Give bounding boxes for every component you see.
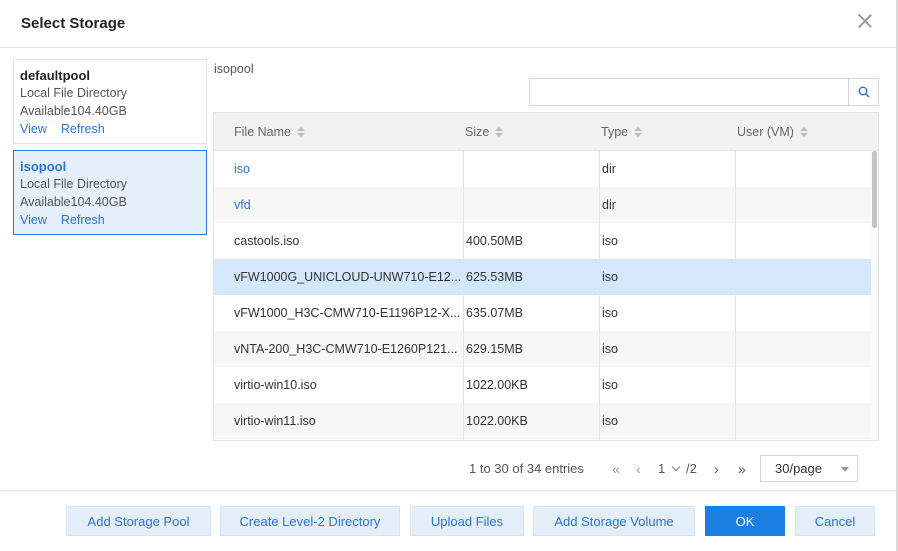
ok-button[interactable]: OK: [705, 506, 785, 536]
file-name-cell: vNTA-200_H3C-CMW710-E1260P121...: [234, 342, 458, 356]
pagination-summary: 1 to 30 of 34 entries: [469, 461, 584, 476]
cancel-button[interactable]: Cancel: [795, 506, 875, 536]
user-cell: [735, 259, 871, 295]
user-cell: [735, 223, 871, 259]
pool-refresh-link[interactable]: Refresh: [61, 122, 105, 136]
column-header-size[interactable]: Size: [445, 113, 504, 151]
page-size-select[interactable]: 30/page: [760, 455, 858, 482]
column-header-type[interactable]: Type: [581, 113, 643, 151]
user-cell: [735, 187, 871, 223]
last-page-button[interactable]: »: [738, 456, 746, 482]
close-icon[interactable]: [856, 12, 874, 30]
search-button[interactable]: [848, 79, 878, 105]
file-name-cell: virtio-win10.iso: [234, 378, 317, 392]
file-name-cell: vFW1000G_UNICLOUD-UNW710-E12...: [234, 270, 462, 284]
create-directory-button[interactable]: Create Level-2 Directory: [220, 506, 400, 536]
type-cell: iso: [602, 270, 618, 284]
add-storage-pool-button[interactable]: Add Storage Pool: [66, 506, 211, 536]
table-row[interactable]: iso dir: [214, 151, 871, 187]
sort-icon[interactable]: [495, 127, 504, 138]
file-name-cell[interactable]: vfd: [214, 187, 463, 223]
search-box: [529, 78, 879, 106]
table-row[interactable]: virtio-win11.iso 1022.00KB iso: [214, 403, 871, 439]
table-row[interactable]: vfd dir: [214, 187, 871, 223]
file-table: File Name Size Type User (VM) iso dir vf…: [213, 112, 879, 441]
size-cell: 629.15MB: [466, 342, 523, 356]
sort-icon[interactable]: [634, 127, 643, 138]
pool-available: Available104.40GB: [20, 104, 127, 118]
sort-icon[interactable]: [799, 127, 808, 138]
search-icon: [858, 86, 870, 98]
type-cell: iso: [602, 306, 618, 320]
total-pages: /2: [686, 461, 697, 476]
next-page-button[interactable]: ›: [714, 456, 719, 482]
user-cell: [735, 403, 871, 439]
type-cell: dir: [602, 162, 616, 176]
pool-type: Local File Directory: [20, 177, 127, 191]
column-divider: [463, 151, 464, 440]
chevron-down-icon[interactable]: [671, 465, 681, 473]
size-cell: [463, 151, 599, 187]
column-header-user[interactable]: User (VM): [717, 113, 808, 151]
column-header-file-name[interactable]: File Name: [214, 113, 305, 151]
user-cell: [735, 151, 871, 187]
table-header: File Name Size Type User (VM): [214, 113, 878, 151]
type-cell: iso: [602, 234, 618, 248]
table-row[interactable]: vFW1000G_UNICLOUD-UNW710-E12... 625.53MB…: [214, 259, 871, 295]
size-cell: 1022.00KB: [466, 414, 528, 428]
dialog-header: Select Storage: [0, 0, 896, 48]
pool-name: defaultpool: [20, 68, 91, 83]
upload-files-button[interactable]: Upload Files: [410, 506, 524, 536]
file-name-cell: castools.iso: [234, 234, 300, 248]
column-divider: [735, 151, 736, 440]
type-cell: dir: [602, 198, 616, 212]
column-divider: [599, 151, 600, 440]
first-page-button[interactable]: «: [612, 456, 620, 482]
type-cell: iso: [602, 342, 618, 356]
prev-page-button[interactable]: ‹: [636, 456, 641, 482]
file-name-cell[interactable]: iso: [214, 151, 463, 187]
pool-type: Local File Directory: [20, 86, 127, 100]
current-pool-label: isopool: [214, 62, 254, 76]
type-cell: iso: [602, 378, 618, 392]
pool-card-isopool[interactable]: isopool Local File Directory Available10…: [13, 150, 207, 235]
pool-view-link[interactable]: View: [20, 213, 47, 227]
table-row[interactable]: castools.iso 400.50MB iso: [214, 223, 871, 259]
table-row[interactable]: vNTA-200_H3C-CMW710-E1260P121... 629.15M…: [214, 331, 871, 367]
table-row[interactable]: virtio-win10.iso 1022.00KB iso: [214, 367, 871, 403]
user-cell: [735, 331, 871, 367]
dialog-title: Select Storage: [21, 15, 126, 32]
file-name-cell: vFW1000_H3C-CMW710-E1196P12-X...: [234, 306, 461, 320]
pool-refresh-link[interactable]: Refresh: [61, 213, 105, 227]
size-cell: 400.50MB: [466, 234, 523, 248]
search-input[interactable]: [530, 79, 848, 105]
pool-card-defaultpool[interactable]: defaultpool Local File Directory Availab…: [13, 59, 207, 144]
pool-name: isopool: [20, 159, 67, 174]
table-row[interactable]: vFW1000_H3C-CMW710-E1196P12-X... 635.07M…: [214, 295, 871, 331]
caret-down-icon: [841, 467, 849, 472]
scrollbar-thumb[interactable]: [872, 151, 877, 228]
user-cell: [735, 367, 871, 403]
table-scrollbar[interactable]: [871, 151, 878, 440]
user-cell: [735, 295, 871, 331]
select-storage-dialog: Select Storage defaultpool Local File Di…: [0, 0, 898, 551]
type-cell: iso: [602, 414, 618, 428]
table-body: iso dir vfd dir castools.iso 400.50MB is…: [214, 151, 871, 439]
page-size-value: 30/page: [775, 461, 822, 476]
current-page[interactable]: 1: [658, 456, 665, 482]
size-cell: 635.07MB: [466, 306, 523, 320]
pool-available: Available104.40GB: [20, 195, 127, 209]
file-name-cell: virtio-win11.iso: [234, 414, 316, 428]
size-cell: 1022.00KB: [466, 378, 528, 392]
size-cell: 625.53MB: [466, 270, 523, 284]
sort-icon[interactable]: [296, 127, 305, 138]
pool-view-link[interactable]: View: [20, 122, 47, 136]
size-cell: [463, 187, 599, 223]
add-storage-volume-button[interactable]: Add Storage Volume: [533, 506, 695, 536]
